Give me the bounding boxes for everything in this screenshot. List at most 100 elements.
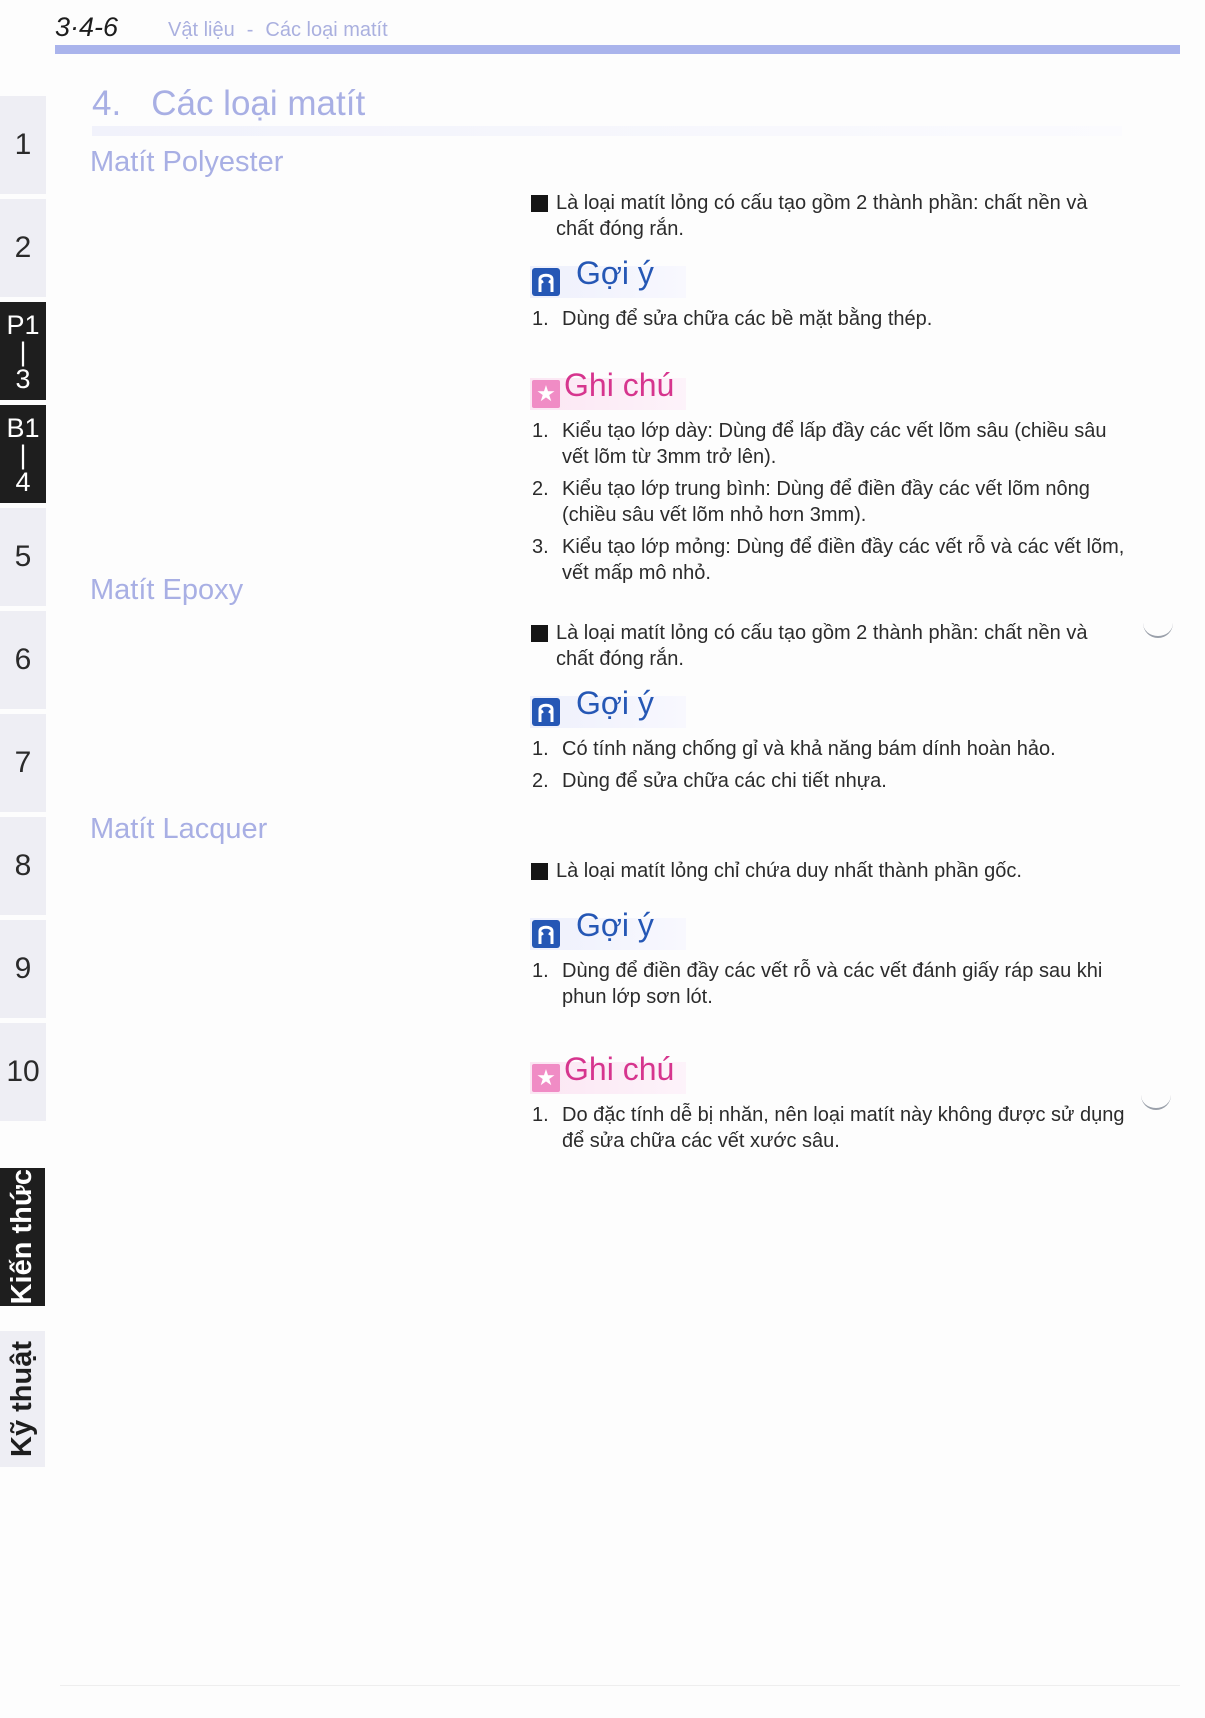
product-block-lacquer: Là loại matít lỏng chỉ chứa duy nhất thà… bbox=[530, 858, 1130, 1160]
item-text: Kiểu tạo lớp mỏng: Dùng để điền đầy các … bbox=[562, 536, 1125, 584]
hint-list: 1. Dùng để sửa chữa các bề mặt bằng thép. bbox=[530, 306, 1130, 332]
bullet-square-icon bbox=[531, 863, 548, 880]
tab-label: 1 bbox=[14, 128, 32, 161]
tab-label: 9 bbox=[14, 952, 32, 985]
chapter-tab-9[interactable]: 9 bbox=[0, 920, 46, 1018]
tab-label: 4 bbox=[15, 466, 31, 497]
item-text: Dùng để sửa chữa các chi tiết nhựa. bbox=[562, 770, 887, 792]
item-number: 1. bbox=[532, 960, 549, 982]
hint-icon bbox=[532, 698, 560, 726]
tab-label: 6 bbox=[14, 643, 32, 676]
hint-label: Gợi ý bbox=[576, 907, 654, 943]
item-number: 1. bbox=[532, 420, 549, 442]
tab-label: B1 bbox=[6, 412, 40, 443]
hint-label: Gợi ý bbox=[576, 255, 654, 291]
binder-hole-mark bbox=[1143, 620, 1173, 638]
section-title: 4. Các loại matít bbox=[92, 84, 365, 124]
product-block-epoxy: Là loại matít lỏng có cấu tạo gồm 2 thàn… bbox=[530, 620, 1130, 800]
item-number: 1. bbox=[532, 308, 549, 330]
list-item: 1. Dùng để điền đầy các vết rỗ và các vết… bbox=[530, 958, 1130, 1010]
tab-label: Kiến thức bbox=[6, 1169, 38, 1305]
list-item: 1. Kiểu tạo lớp dày: Dùng để lấp đầy các … bbox=[530, 418, 1130, 470]
list-item: 1. Do đặc tính dễ bị nhăn, nên loại matít… bbox=[530, 1102, 1130, 1154]
hint-list: 1. Dùng để điền đầy các vết rỗ và các vết… bbox=[530, 958, 1130, 1010]
product-block-polyester: Là loại matít lỏng có cấu tạo gồm 2 thàn… bbox=[530, 190, 1130, 592]
product-description: Là loại matít lỏng có cấu tạo gồm 2 thàn… bbox=[530, 620, 1130, 672]
star-icon: ★ bbox=[532, 1064, 560, 1092]
product-heading: Matít Epoxy bbox=[90, 574, 244, 606]
bottom-rule bbox=[60, 1685, 1180, 1686]
binder-hole-mark bbox=[1141, 1092, 1171, 1110]
hint-list: 1. Có tính năng chống gỉ và khả năng bám … bbox=[530, 736, 1130, 794]
tab-label: 8 bbox=[14, 849, 32, 882]
tab-label: 5 bbox=[14, 540, 32, 573]
note-heading: ★ Ghi chú bbox=[530, 1051, 1130, 1096]
note-label: Ghi chú bbox=[564, 367, 675, 403]
breadcrumb-separator: - bbox=[246, 19, 254, 41]
note-heading: ★ Ghi chú bbox=[530, 367, 1130, 412]
list-item: 1. Có tính năng chống gỉ và khả năng bám … bbox=[530, 736, 1130, 762]
note-list: 1. Do đặc tính dễ bị nhăn, nên loại matít… bbox=[530, 1102, 1130, 1154]
hint-icon bbox=[532, 268, 560, 296]
page-number: 3·4-6 bbox=[55, 12, 119, 42]
tab-label: 2 bbox=[14, 231, 32, 264]
item-text: Kiểu tạo lớp dày: Dùng để lấp đầy các vế… bbox=[562, 420, 1107, 468]
product-description: Là loại matít lỏng có cấu tạo gồm 2 thàn… bbox=[530, 190, 1130, 242]
chapter-tab-8[interactable]: 8 bbox=[0, 817, 46, 915]
item-text: Kiểu tạo lớp trung bình: Dùng để điền đầ… bbox=[562, 478, 1090, 526]
section-number: 4. bbox=[92, 84, 122, 123]
note-list: 1. Kiểu tạo lớp dày: Dùng để lấp đầy các … bbox=[530, 418, 1130, 586]
hint-heading: Gợi ý bbox=[530, 907, 1130, 952]
list-item: 2. Dùng để sửa chữa các chi tiết nhựa. bbox=[530, 768, 1130, 794]
star-icon: ★ bbox=[532, 380, 560, 408]
product-heading: Matít Lacquer bbox=[90, 813, 268, 845]
hint-icon bbox=[532, 920, 560, 948]
breadcrumb-item: Các loại matít bbox=[265, 19, 388, 41]
description-text: Là loại matít lỏng chỉ chứa duy nhất thà… bbox=[556, 860, 1022, 882]
list-item: 2. Kiểu tạo lớp trung bình: Dùng để điền … bbox=[530, 476, 1130, 528]
list-item: 1. Dùng để sửa chữa các bề mặt bằng thép. bbox=[530, 306, 1130, 332]
breadcrumb: Vật liệu - Các loại matít bbox=[168, 19, 388, 42]
note-label: Ghi chú bbox=[564, 1051, 675, 1087]
title-band bbox=[92, 126, 1122, 136]
item-text: Do đặc tính dễ bị nhăn, nên loại matít n… bbox=[562, 1104, 1125, 1152]
product-heading: Matít Polyester bbox=[90, 146, 284, 178]
tab-ky-thuat[interactable]: Kỹ thuật bbox=[0, 1331, 45, 1467]
item-number: 1. bbox=[532, 738, 549, 760]
chapter-tab-p1-3[interactable]: P1 | 3 bbox=[0, 302, 46, 400]
chapter-tab-b1-4[interactable]: B1 | 4 bbox=[0, 405, 46, 503]
tab-label: 7 bbox=[14, 746, 32, 779]
section-title-text: Các loại matít bbox=[151, 84, 366, 123]
item-text: Dùng để điền đầy các vết rỗ và các vết đ… bbox=[562, 960, 1103, 1008]
tab-label: P1 bbox=[6, 309, 40, 340]
chapter-tab-10[interactable]: 10 bbox=[0, 1023, 46, 1121]
chapter-tab-6[interactable]: 6 bbox=[0, 611, 46, 709]
item-number: 2. bbox=[532, 770, 549, 792]
bullet-square-icon bbox=[531, 195, 548, 212]
tab-kien-thuc[interactable]: Kiến thức bbox=[0, 1168, 45, 1306]
hint-heading: Gợi ý bbox=[530, 255, 1130, 300]
breadcrumb-item: Vật liệu bbox=[168, 19, 235, 41]
chapter-tab-1[interactable]: 1 bbox=[0, 96, 46, 194]
item-text: Dùng để sửa chữa các bề mặt bằng thép. bbox=[562, 308, 933, 330]
tab-label: Kỹ thuật bbox=[6, 1341, 38, 1457]
chapter-tab-7[interactable]: 7 bbox=[0, 714, 46, 812]
header-rule bbox=[55, 45, 1180, 54]
list-item: 3. Kiểu tạo lớp mỏng: Dùng để điền đầy cá… bbox=[530, 534, 1130, 586]
tab-label: | bbox=[19, 336, 27, 367]
chapter-tab-5[interactable]: 5 bbox=[0, 508, 46, 606]
bullet-square-icon bbox=[531, 625, 548, 642]
item-text: Có tính năng chống gỉ và khả năng bám dí… bbox=[562, 738, 1056, 760]
item-number: 1. bbox=[532, 1104, 549, 1126]
item-number: 2. bbox=[532, 478, 549, 500]
tab-label: | bbox=[19, 439, 27, 470]
tab-label: 10 bbox=[6, 1055, 40, 1088]
chapter-tab-2[interactable]: 2 bbox=[0, 199, 46, 297]
description-text: Là loại matít lỏng có cấu tạo gồm 2 thàn… bbox=[556, 192, 1088, 240]
description-text: Là loại matít lỏng có cấu tạo gồm 2 thàn… bbox=[556, 622, 1088, 670]
hint-heading: Gợi ý bbox=[530, 685, 1130, 730]
product-description: Là loại matít lỏng chỉ chứa duy nhất thà… bbox=[530, 858, 1130, 884]
item-number: 3. bbox=[532, 536, 549, 558]
hint-label: Gợi ý bbox=[576, 685, 654, 721]
tab-label: 3 bbox=[15, 363, 31, 394]
